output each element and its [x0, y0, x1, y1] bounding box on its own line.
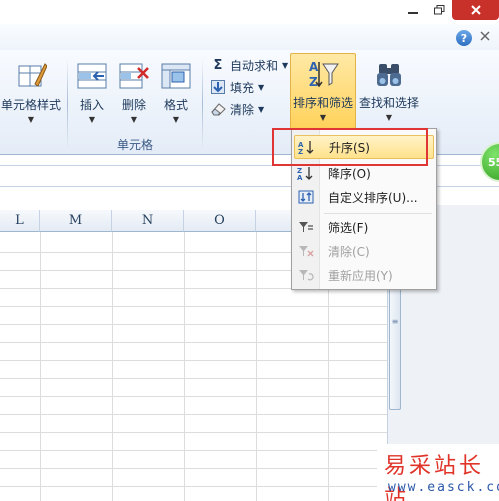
reapply-filter-icon: [294, 265, 318, 285]
chevron-down-icon: ▼: [258, 104, 265, 114]
svg-text:A: A: [309, 60, 319, 74]
format-button[interactable]: 格式 ▼: [159, 60, 193, 124]
fill-label: 填充: [230, 80, 255, 95]
chevron-down-icon: ▼: [258, 82, 265, 92]
divider: [67, 58, 68, 150]
insert-cells-icon: [76, 60, 108, 92]
column-header[interactable]: L: [0, 210, 40, 232]
menu-item-label: 重新应用(Y): [328, 268, 393, 283]
sort-filter-icon: AZ: [307, 58, 339, 90]
grid-row-line: [0, 342, 387, 343]
column-header[interactable]: N: [112, 210, 184, 232]
binoculars-icon: [373, 58, 405, 90]
menu-item-reapply[interactable]: 重新应用(Y): [294, 263, 434, 287]
help-icon[interactable]: ?: [456, 30, 472, 46]
autosum-label: 自动求和: [230, 58, 279, 73]
minimize-button[interactable]: [400, 0, 426, 20]
delete-cells-icon: [118, 60, 150, 92]
grid-line: [256, 232, 257, 501]
delete-label: 删除: [121, 98, 146, 112]
chevron-down-icon: ▼: [319, 113, 327, 122]
menu-item-filter[interactable]: 筛选(F): [294, 215, 434, 239]
chevron-down-icon: ▼: [27, 115, 35, 124]
sort-filter-button[interactable]: AZ 排序和筛选 ▼: [290, 58, 356, 122]
grid-row-line: [0, 378, 387, 379]
custom-sort-icon: [294, 187, 318, 207]
grid-line: [40, 232, 41, 501]
menu-item-label: 清除(C): [328, 244, 370, 259]
column-header[interactable]: O: [184, 210, 256, 232]
find-select-button[interactable]: 查找和选择 ▼: [358, 58, 420, 122]
grid-line: [184, 232, 185, 501]
eraser-icon: [210, 101, 226, 117]
divider: [202, 58, 203, 150]
grid-line: [112, 232, 113, 501]
format-label: 格式: [163, 98, 188, 112]
watermark-url: www.easck.com: [388, 480, 499, 495]
svg-text:A: A: [297, 174, 303, 181]
sigma-icon: Σ: [213, 57, 223, 73]
restore-icon: [433, 5, 444, 15]
grid-row-line: [0, 486, 387, 487]
filter-icon: [294, 217, 318, 237]
delete-button[interactable]: 删除 ▼: [117, 60, 151, 124]
menu-item-label: 自定义排序(U)...: [328, 190, 418, 205]
column-header-label: O: [214, 213, 225, 228]
cell-style-label: 单元格样式: [0, 98, 61, 112]
grid-row-line: [0, 360, 387, 361]
fill-button[interactable]: 填充 ▼: [210, 77, 264, 97]
cell-style-icon: [15, 60, 48, 92]
clear-label: 清除: [230, 102, 255, 117]
insert-button[interactable]: 插入 ▼: [75, 60, 109, 124]
grid-row-line: [0, 306, 387, 307]
annotation-highlight-box: [272, 128, 428, 166]
menu-item-clear-filter[interactable]: 清除(C): [294, 239, 434, 263]
grid-row-line: [0, 468, 387, 469]
chevron-down-icon: ▼: [172, 115, 180, 124]
excel-window: ? 单元格样式 ▼ 插入 ▼ 删除 ▼ 格式 ▼ 单元格 Σ 自动求和 ▼ 填充…: [0, 0, 499, 501]
minimize-icon: [408, 12, 418, 14]
title-bar: [0, 0, 499, 24]
close-icon: [470, 5, 481, 15]
find-select-label: 查找和选择: [358, 96, 419, 110]
chevron-down-icon: ▼: [130, 115, 138, 124]
close-button[interactable]: [452, 0, 499, 20]
grid-row-line: [0, 324, 387, 325]
menu-separator: [324, 213, 432, 214]
cells-group-label: 单元格: [117, 138, 154, 152]
badge-text: 55: [488, 155, 499, 169]
clear-button[interactable]: 清除 ▼: [210, 99, 264, 119]
chevron-down-icon: ▼: [282, 60, 289, 70]
chevron-down-icon: ▼: [88, 115, 96, 124]
column-header-label: L: [15, 213, 24, 228]
grid-row-line: [0, 432, 387, 433]
chevron-down-icon: ▼: [385, 113, 393, 122]
column-header-label: N: [141, 213, 154, 228]
sort-filter-label: 排序和筛选: [292, 96, 353, 110]
clear-filter-icon: [294, 241, 318, 261]
format-cells-icon: [160, 60, 192, 92]
sort-descending-icon: ZA: [294, 163, 318, 183]
autosum-button[interactable]: Σ 自动求和 ▼: [210, 55, 289, 75]
grid-row-line: [0, 414, 387, 415]
insert-label: 插入: [79, 98, 104, 112]
column-header-label: M: [68, 213, 83, 228]
cell-style-button[interactable]: 单元格样式 ▼: [0, 60, 62, 124]
ribbon-close-icon[interactable]: [480, 30, 494, 44]
menu-item-label: 筛选(F): [328, 220, 369, 235]
fill-down-icon: [210, 79, 226, 95]
grid-row-line: [0, 396, 387, 397]
grid-row-line: [0, 450, 387, 451]
column-header[interactable]: M: [40, 210, 112, 232]
restore-button[interactable]: [426, 0, 452, 20]
menu-item-custom-sort[interactable]: 自定义排序(U)...: [294, 185, 434, 209]
menu-item-label: 降序(O): [328, 166, 371, 181]
tab-strip: [0, 24, 499, 50]
